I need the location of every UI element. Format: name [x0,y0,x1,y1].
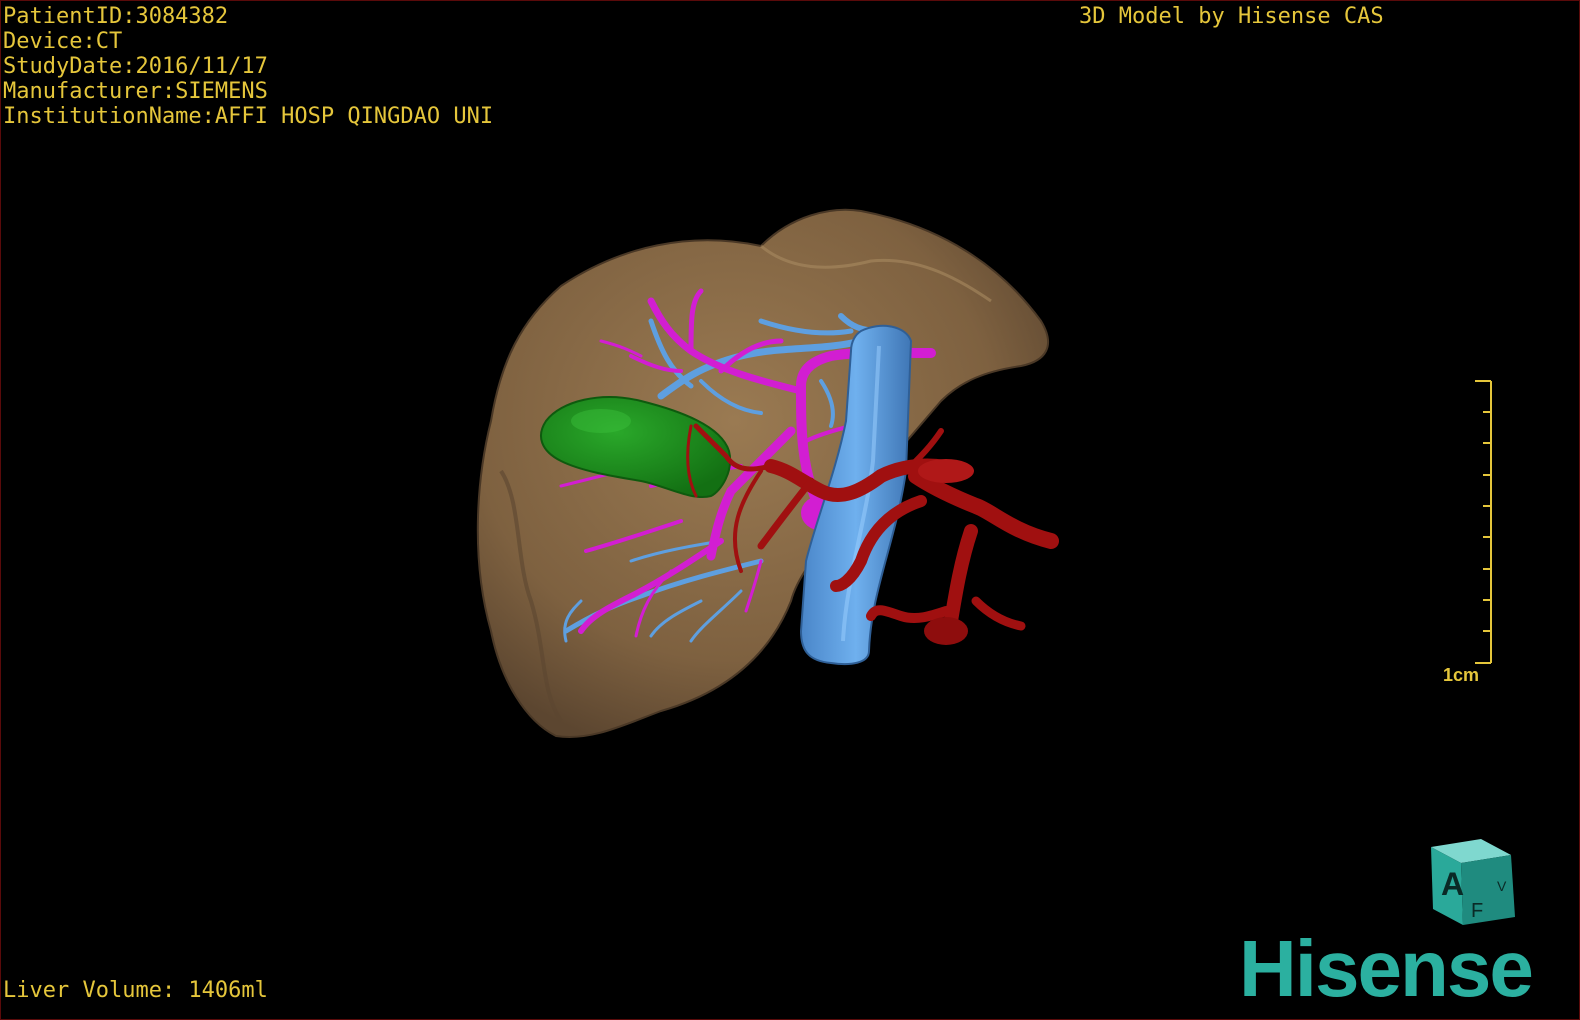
cube-front-letter: A [1441,866,1464,902]
patient-id-label: PatientID:3084382 [3,4,229,29]
scale-bar-label: 1cm [1443,665,1480,685]
3d-viewport[interactable]: PatientID:3084382 Device:CT StudyDate:20… [0,0,1580,1020]
orientation-cube[interactable]: A F V [1419,833,1529,933]
institution-label: InstitutionName:AFFI HOSP QINGDAO UNI [3,104,494,129]
scale-bar [1475,380,1492,664]
liver-volume-label: Liver Volume: 1406ml [3,978,268,1003]
cube-side-letter: V [1497,878,1507,894]
device-label: Device:CT [3,29,123,54]
manufacturer-label: Manufacturer:SIEMENS [3,79,268,104]
cube-side-face [1461,855,1515,925]
patient-info-overlay: PatientID:3084382 Device:CT StudyDate:20… [3,4,493,129]
hisense-logo: Hisense [1239,924,1534,1013]
liver-3d-model[interactable] [1,1,1580,1020]
cube-bottom-letter: F [1471,900,1483,922]
gallbladder-highlight [571,409,631,433]
model-credit: 3D Model by Hisense CAS [1079,4,1384,29]
study-date-label: StudyDate:2016/11/17 [3,54,268,79]
